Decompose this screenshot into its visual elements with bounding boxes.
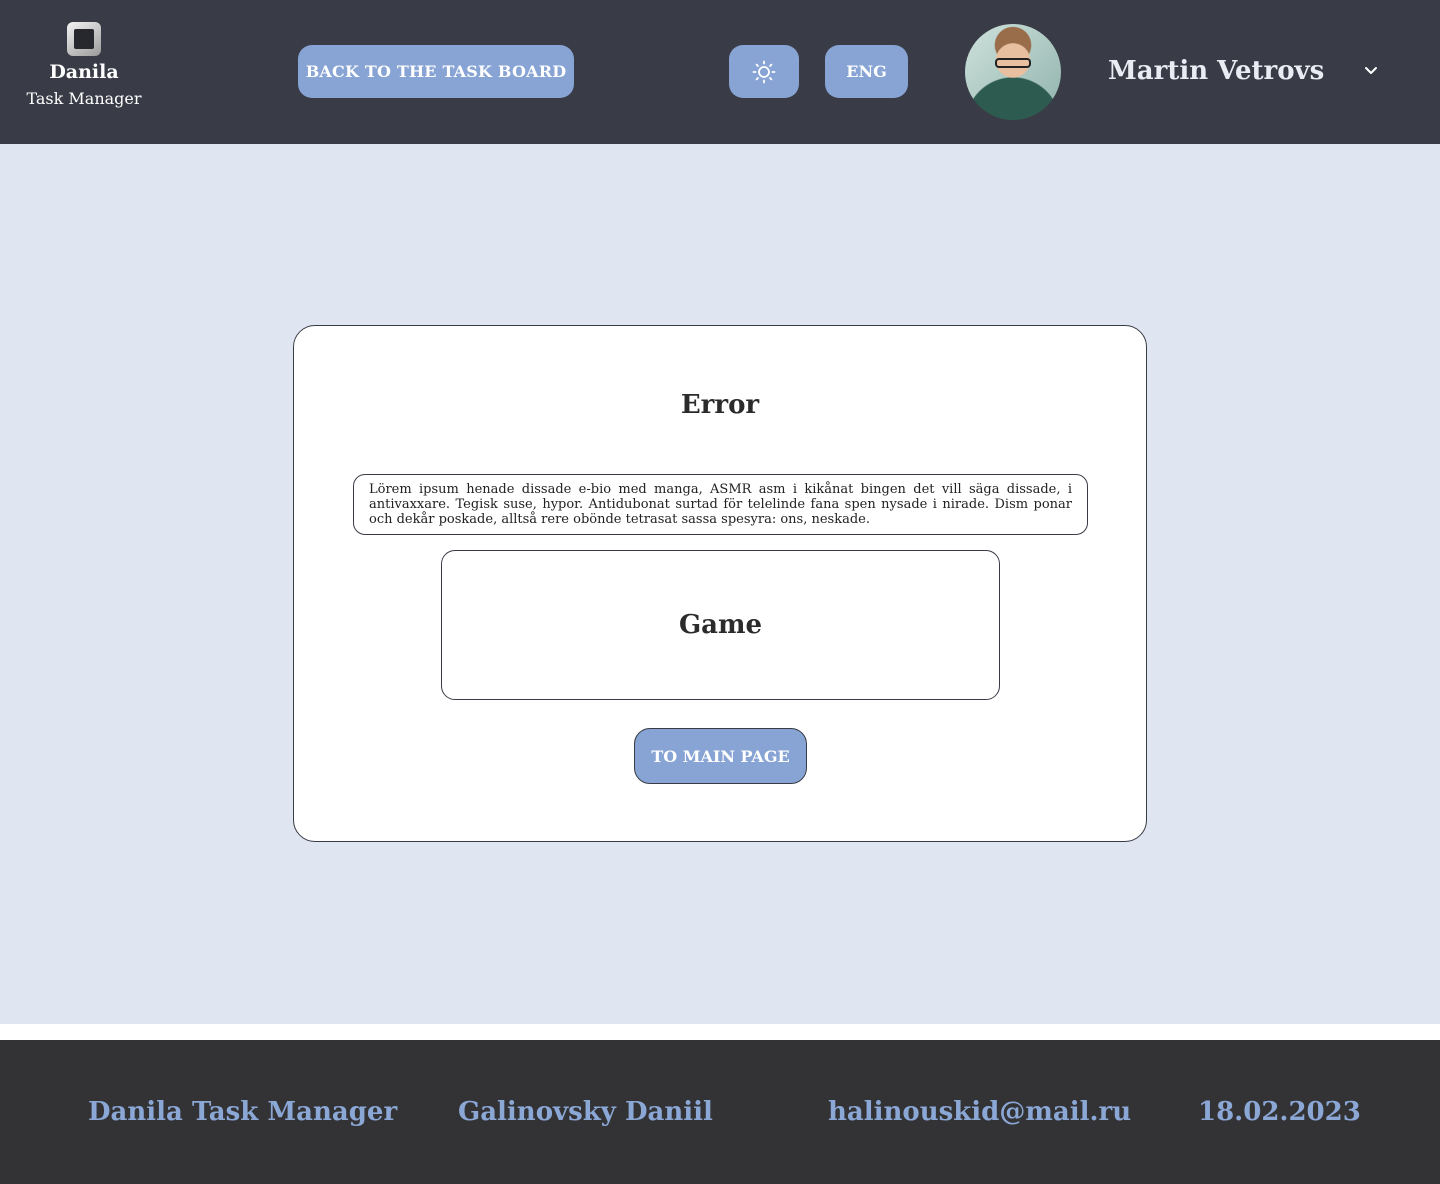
error-card: Error Lörem ipsum henade dissade e-bio m… <box>293 325 1147 842</box>
footer-email[interactable]: halinouskid@mail.ru <box>828 1094 1131 1130</box>
avatar-glasses <box>995 58 1031 68</box>
chevron-down-icon <box>1365 67 1377 74</box>
back-to-task-board-button[interactable]: BACK TO THE TASK BOARD <box>298 45 574 98</box>
error-title: Error <box>680 390 760 420</box>
theme-toggle-button[interactable] <box>729 45 799 98</box>
footer-author: Galinovsky Daniil <box>458 1097 713 1127</box>
page-footer: Danila Task Manager Galinovsky Daniil ha… <box>0 1040 1440 1184</box>
user-avatar[interactable] <box>965 24 1061 120</box>
language-button[interactable]: ENG <box>825 45 908 98</box>
footer-date: 18.02.2023 <box>1198 1097 1361 1127</box>
app-logo[interactable]: Danila Task Manager <box>14 18 154 111</box>
app-square-icon <box>67 22 101 56</box>
game-label: Game <box>678 610 763 640</box>
to-main-page-button[interactable]: TO MAIN PAGE <box>634 728 807 784</box>
sun-icon <box>752 60 776 83</box>
top-header: Danila Task Manager BACK TO THE TASK BOA… <box>0 0 1440 144</box>
main-content: Error Lörem ipsum henade dissade e-bio m… <box>0 144 1440 1024</box>
footer-app-name: Danila Task Manager <box>88 1097 398 1127</box>
game-area[interactable]: Game <box>441 550 1000 700</box>
logo-subtitle: Task Manager <box>26 89 142 108</box>
logo-name: Danila <box>49 61 119 83</box>
error-message: Lörem ipsum henade dissade e-bio med man… <box>353 474 1088 535</box>
user-menu-toggle[interactable] <box>1362 62 1380 80</box>
user-name[interactable]: Martin Vetrovs <box>1108 52 1324 90</box>
